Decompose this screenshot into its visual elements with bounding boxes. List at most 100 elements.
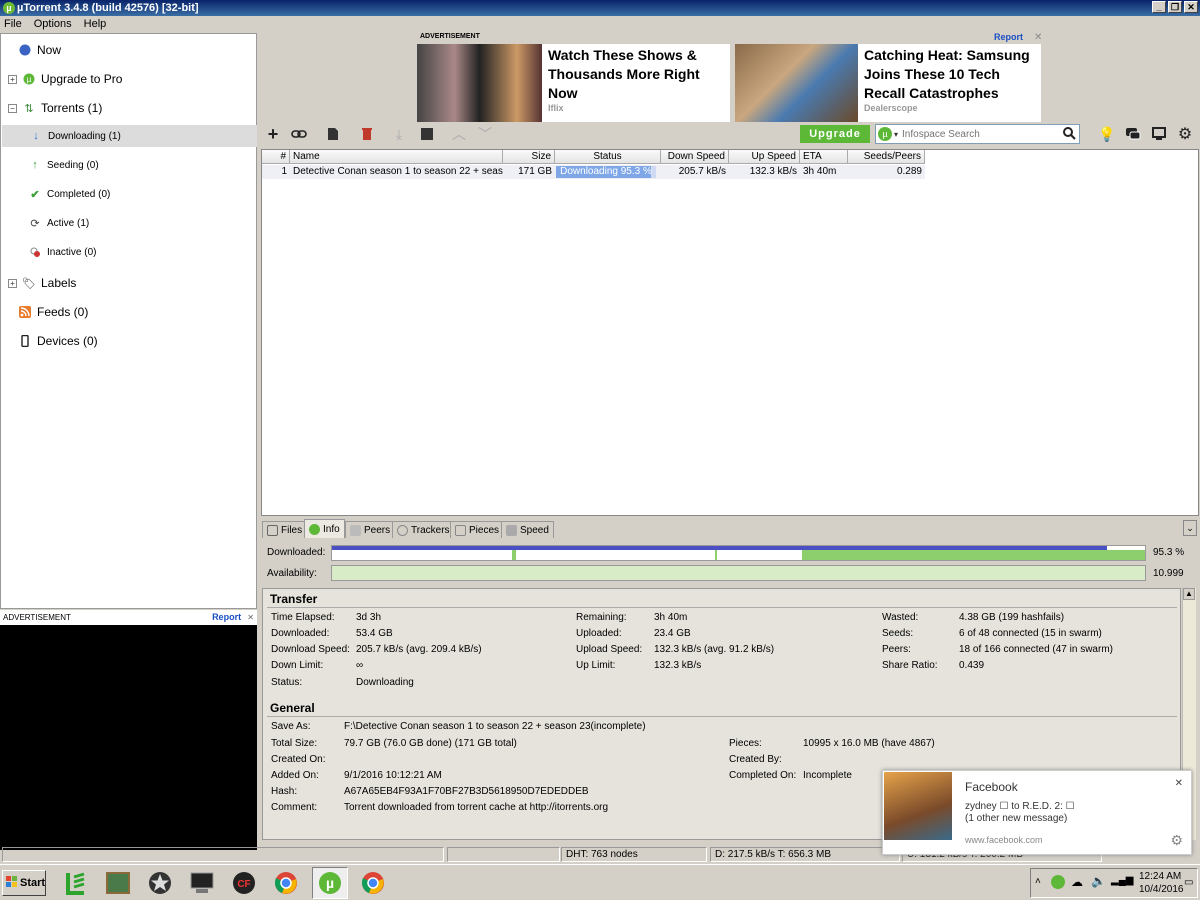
notification-close-icon[interactable]: ✕: [1175, 778, 1183, 789]
status-value: Downloading: [356, 677, 414, 688]
taskbar-app-board-icon[interactable]: [100, 867, 136, 899]
sidebar-item-labels[interactable]: + 🏷 Labels: [8, 272, 76, 294]
tab-peers[interactable]: Peers: [345, 521, 396, 538]
column-header-name[interactable]: Name: [290, 150, 503, 164]
ad-report-link[interactable]: Report: [994, 32, 1023, 42]
move-down-icon[interactable]: ﹀: [476, 125, 494, 143]
start-button[interactable]: Start: [2, 870, 46, 896]
gear-icon[interactable]: ⚙: [1176, 125, 1194, 143]
close-button[interactable]: ✕: [1184, 1, 1198, 13]
expand-icon[interactable]: +: [8, 74, 17, 84]
tab-pieces[interactable]: Pieces: [450, 521, 505, 538]
taskbar-app-green-icon[interactable]: [58, 867, 94, 899]
tray-date[interactable]: 10/4/2016: [1139, 884, 1184, 895]
sidebar-item-seeding[interactable]: ↑ Seeding (0): [29, 154, 98, 176]
move-up-icon[interactable]: ︿: [450, 125, 468, 143]
sidebar-item-active[interactable]: ⟳ Active (1): [29, 212, 89, 234]
download-icon[interactable]: ⤓: [390, 125, 408, 143]
share-ratio-value: 0.439: [959, 660, 985, 671]
menu-help[interactable]: Help: [84, 18, 107, 30]
column-header-num[interactable]: #: [262, 150, 290, 164]
taskbar-app-star-icon[interactable]: [142, 867, 178, 899]
taskbar-app-utorrent-icon[interactable]: µ: [312, 867, 348, 899]
menu-file[interactable]: File: [4, 18, 22, 30]
sidebar-item-inactive[interactable]: Inactive (0): [29, 241, 96, 263]
total-size-value: 79.7 GB (76.0 GB done) (171 GB total): [344, 738, 517, 749]
ad-close-icon[interactable]: ✕: [247, 613, 254, 622]
sidebar-item-upgrade[interactable]: + µ Upgrade to Pro: [8, 68, 122, 90]
ad-close-icon[interactable]: ✕: [1034, 32, 1042, 43]
create-torrent-icon[interactable]: [324, 125, 342, 143]
expand-icon[interactable]: +: [8, 278, 17, 288]
ad-card-iflix[interactable]: Watch These Shows & Thousands More Right…: [417, 44, 730, 122]
minimize-button[interactable]: _: [1152, 1, 1166, 13]
upgrade-button[interactable]: Upgrade: [800, 125, 870, 143]
divider: [267, 716, 1177, 717]
window-title: µTorrent 3.4.8 (build 42576) [32-bit]: [17, 2, 199, 14]
ad-banner[interactable]: [0, 625, 257, 850]
gear-icon[interactable]: ⚙: [1170, 832, 1183, 849]
stop-icon[interactable]: [418, 125, 436, 143]
tray-time[interactable]: 12:24 AM: [1139, 871, 1181, 882]
tray-utorrent-icon[interactable]: [1051, 875, 1065, 889]
link-icon[interactable]: [290, 125, 308, 143]
tab-speed[interactable]: Speed: [501, 521, 554, 538]
lightbulb-icon[interactable]: 💡: [1098, 125, 1116, 143]
ad-label: ADVERTISEMENT: [420, 33, 480, 40]
column-header-eta[interactable]: ETA: [800, 150, 848, 164]
ad-thumbnail: [417, 44, 542, 122]
ad-card-dealerscope[interactable]: Catching Heat: Samsung Joins These 10 Te…: [735, 44, 1041, 122]
sidebar-item-devices[interactable]: Devices (0): [19, 330, 98, 352]
piece-mark: [715, 550, 717, 560]
taskbar-app-chrome-icon[interactable]: [355, 867, 391, 899]
maximize-button[interactable]: ❐: [1168, 1, 1182, 13]
sidebar-item-feeds[interactable]: Feeds (0): [19, 301, 88, 323]
collapse-icon[interactable]: −: [8, 103, 17, 113]
facebook-notification[interactable]: Facebook ✕ zydney ☐ to R.E.D. 2: ☐ (1 ot…: [882, 770, 1192, 855]
tray-expand-icon[interactable]: ˄: [1035, 876, 1041, 887]
tab-info[interactable]: Info: [304, 519, 345, 538]
menu-options[interactable]: Options: [34, 18, 72, 30]
tab-label: Info: [323, 523, 340, 535]
info-label: Downloaded:: [271, 628, 330, 639]
monitor-icon[interactable]: [1150, 125, 1168, 143]
ad-report-link[interactable]: Report: [212, 612, 241, 622]
utorrent-icon: µ: [23, 73, 35, 85]
taskbar-app-chrome-icon[interactable]: [268, 867, 304, 899]
tray-signal-icon[interactable]: ▂▄▆: [1111, 875, 1133, 886]
column-header-down-speed[interactable]: Down Speed: [661, 150, 729, 164]
tray-notification-icon[interactable]: ▭: [1184, 877, 1193, 888]
column-header-up-speed[interactable]: Up Speed: [729, 150, 800, 164]
chat-icon[interactable]: [1124, 125, 1142, 143]
scroll-up-icon[interactable]: ▲: [1183, 588, 1195, 600]
search-input[interactable]: [902, 128, 1053, 140]
column-header-seeds-peers[interactable]: Seeds/Peers: [848, 150, 925, 164]
downloaded-bar: [331, 545, 1146, 561]
notification-link[interactable]: www.facebook.com: [965, 835, 1043, 845]
delete-icon[interactable]: [358, 125, 376, 143]
taskbar-app-computer-icon[interactable]: [184, 867, 220, 899]
sidebar-item-completed[interactable]: ✔ Completed (0): [29, 183, 110, 205]
tab-trackers[interactable]: Trackers: [392, 521, 455, 538]
tray-network-icon[interactable]: ☁: [1071, 875, 1083, 889]
peers-value: 18 of 166 connected (47 in swarm): [959, 644, 1113, 655]
tab-label: Files: [281, 524, 303, 536]
column-header-size[interactable]: Size: [503, 150, 555, 164]
sidebar-item-downloading[interactable]: ↓ Downloading (1): [2, 125, 257, 147]
seeds-value: 6 of 48 connected (15 in swarm): [959, 628, 1102, 639]
column-header-status[interactable]: Status: [555, 150, 661, 164]
sidebar-item-now[interactable]: Now: [19, 39, 61, 61]
sidebar-item-torrents[interactable]: − ⇅ Torrents (1): [8, 97, 102, 119]
chevron-down-icon[interactable]: ▾: [894, 130, 898, 139]
collapse-panel-icon[interactable]: ⌄: [1183, 520, 1197, 536]
add-torrent-icon[interactable]: +: [264, 124, 282, 144]
upload-speed-value: 132.3 kB/s (avg. 91.2 kB/s): [654, 644, 775, 655]
tab-files[interactable]: Files: [262, 521, 308, 538]
ad-title: Watch These Shows & Thousands More Right…: [548, 47, 700, 101]
tab-label: Trackers: [411, 524, 450, 536]
menu-bar: File Options Help: [0, 16, 1200, 32]
taskbar-app-crossfire-icon[interactable]: CF: [226, 867, 262, 899]
rss-icon: [19, 306, 31, 318]
search-icon[interactable]: [1063, 127, 1076, 143]
tray-volume-icon[interactable]: 🔈: [1091, 874, 1106, 888]
